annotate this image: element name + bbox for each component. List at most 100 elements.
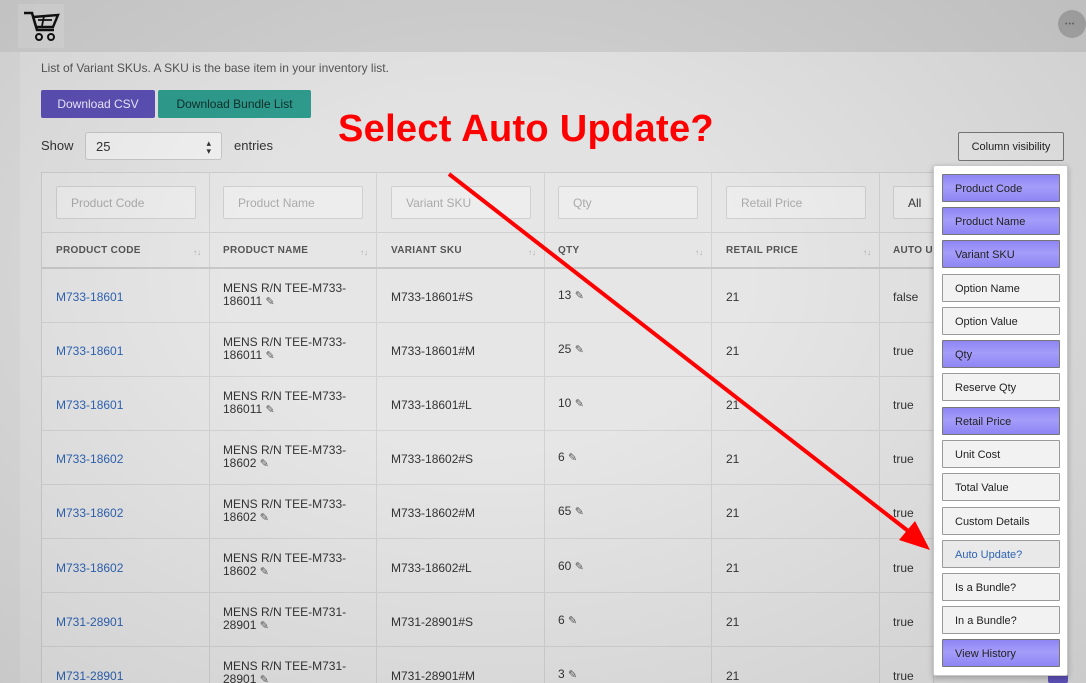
- auto-update-cell: false: [893, 290, 919, 304]
- product-code-link[interactable]: M733-18601: [56, 290, 123, 304]
- colvis-item-auto-update[interactable]: Auto Update?: [942, 540, 1060, 568]
- qty-cell: 6 ✎: [558, 450, 577, 464]
- filter-product-code[interactable]: Product Code: [56, 186, 196, 219]
- product-code-link[interactable]: M731-28901: [56, 669, 123, 683]
- edit-icon[interactable]: ✎: [260, 566, 269, 578]
- table-row: M731-28901 MENS R/N TEE-M731- 28901 ✎ M73…: [42, 647, 933, 683]
- product-name-cell: MENS R/N TEE-M733- 186011 ✎: [223, 390, 363, 417]
- edit-icon[interactable]: ✎: [266, 404, 275, 416]
- retail-price-cell: 21: [726, 669, 740, 683]
- edit-icon[interactable]: ✎: [568, 669, 577, 681]
- colvis-item-option-name[interactable]: Option Name: [942, 274, 1060, 302]
- product-code-link[interactable]: M733-18601: [56, 344, 123, 358]
- entries-select[interactable]: 25 ▴ ▾: [85, 132, 222, 160]
- colvis-item-view-history[interactable]: View History: [942, 639, 1060, 667]
- product-name-line1: MENS R/N TEE-M733-: [223, 335, 347, 349]
- filter-variant-sku[interactable]: Variant SKU: [391, 186, 531, 219]
- edit-icon[interactable]: ✎: [260, 458, 269, 470]
- colvis-item-variant-sku[interactable]: Variant SKU: [942, 240, 1060, 268]
- filter-qty[interactable]: Qty: [558, 186, 698, 219]
- sort-icon[interactable]: ↑↓: [695, 248, 703, 257]
- sort-icon[interactable]: ↑↓: [863, 248, 871, 257]
- cart-logo-icon[interactable]: [18, 4, 64, 48]
- auto-update-cell: true: [893, 452, 914, 466]
- qty-cell: 13 ✎: [558, 288, 584, 302]
- colvis-item-product-name[interactable]: Product Name: [942, 207, 1060, 235]
- filter-retail-price[interactable]: Retail Price: [726, 186, 866, 219]
- product-code-link[interactable]: M733-18602: [56, 452, 123, 466]
- product-name-cell: MENS R/N TEE-M733- 186011 ✎: [223, 282, 363, 309]
- download-bundle-list-button[interactable]: Download Bundle List: [158, 90, 311, 118]
- product-code-link[interactable]: M733-18602: [56, 561, 123, 575]
- table-row: M733-18601 MENS R/N TEE-M733- 186011 ✎ M7…: [42, 323, 933, 377]
- product-name-cell: MENS R/N TEE-M731- 28901 ✎: [223, 606, 363, 633]
- edit-icon[interactable]: ✎: [266, 350, 275, 362]
- header-variant-sku[interactable]: VARIANT SKU: [391, 245, 462, 256]
- qty-value: 25: [558, 342, 572, 356]
- qty-cell: 6 ✎: [558, 613, 577, 627]
- header-qty[interactable]: QTY: [558, 245, 579, 256]
- product-name-line2: 186011: [223, 402, 263, 416]
- qty-cell: 25 ✎: [558, 342, 584, 356]
- sort-icon[interactable]: ↑↓: [193, 248, 201, 257]
- show-label: Show: [41, 138, 74, 153]
- product-name-line2: 28901: [223, 672, 257, 683]
- top-bar: •••: [0, 0, 1086, 52]
- colvis-item-product-code[interactable]: Product Code: [942, 174, 1060, 202]
- qty-cell: 10 ✎: [558, 396, 584, 410]
- product-name-line2: 28901: [223, 618, 257, 632]
- colvis-item-is-a-bundle[interactable]: Is a Bundle?: [942, 573, 1060, 601]
- table-row: M733-18602 MENS R/N TEE-M733- 18602 ✎ M73…: [42, 431, 933, 485]
- filter-auto-update[interactable]: All: [893, 186, 933, 219]
- edit-icon[interactable]: ✎: [266, 296, 275, 308]
- header-product-name[interactable]: PRODUCT NAME: [223, 245, 308, 256]
- edit-icon[interactable]: ✎: [575, 398, 584, 410]
- colvis-item-option-value[interactable]: Option Value: [942, 307, 1060, 335]
- colvis-item-total-value[interactable]: Total Value: [942, 473, 1060, 501]
- colvis-item-custom-details[interactable]: Custom Details: [942, 507, 1060, 535]
- edit-icon[interactable]: ✎: [575, 344, 584, 356]
- variant-sku-cell: M733-18601#L: [391, 398, 472, 412]
- auto-update-cell: true: [893, 506, 914, 520]
- product-name-line1: MENS R/N TEE-M731-: [223, 659, 347, 673]
- retail-price-cell: 21: [726, 290, 740, 304]
- product-name-line1: MENS R/N TEE-M733-: [223, 443, 347, 457]
- product-code-link[interactable]: M733-18601: [56, 398, 123, 412]
- colvis-item-qty[interactable]: Qty: [942, 340, 1060, 368]
- variant-sku-cell: M733-18602#S: [391, 452, 474, 466]
- user-avatar[interactable]: •••: [1058, 10, 1086, 38]
- filter-product-name[interactable]: Product Name: [223, 186, 363, 219]
- product-code-link[interactable]: M733-18602: [56, 506, 123, 520]
- header-auto-update[interactable]: AUTO U: [893, 245, 933, 256]
- qty-value: 65: [558, 504, 572, 518]
- edit-icon[interactable]: ✎: [568, 615, 577, 627]
- colvis-item-in-a-bundle[interactable]: In a Bundle?: [942, 606, 1060, 634]
- qty-cell: 65 ✎: [558, 504, 584, 518]
- edit-icon[interactable]: ✎: [568, 452, 577, 464]
- product-name-line1: MENS R/N TEE-M733-: [223, 497, 347, 511]
- sort-icon[interactable]: ↑↓: [528, 248, 536, 257]
- edit-icon[interactable]: ✎: [575, 561, 584, 573]
- qty-value: 10: [558, 396, 572, 410]
- entries-label: entries: [234, 138, 274, 153]
- edit-icon[interactable]: ✎: [575, 506, 584, 518]
- colvis-item-retail-price[interactable]: Retail Price: [942, 407, 1060, 435]
- colvis-item-unit-cost[interactable]: Unit Cost: [942, 440, 1060, 468]
- edit-icon[interactable]: ✎: [260, 512, 269, 524]
- download-csv-button[interactable]: Download CSV: [41, 90, 155, 118]
- table-row: M733-18602 MENS R/N TEE-M733- 18602 ✎ M73…: [42, 539, 933, 593]
- edit-icon[interactable]: ✎: [260, 620, 269, 632]
- column-visibility-button[interactable]: Column visibility: [958, 132, 1064, 161]
- edit-icon[interactable]: ✎: [260, 674, 269, 683]
- product-name-line1: MENS R/N TEE-M733-: [223, 389, 347, 403]
- product-name-line2: 186011: [223, 294, 263, 308]
- header-retail-price[interactable]: RETAIL PRICE: [726, 245, 798, 256]
- sort-icon[interactable]: ↑↓: [360, 248, 368, 257]
- header-product-code[interactable]: PRODUCT CODE: [56, 245, 141, 256]
- table-row: M733-18601 MENS R/N TEE-M733- 186011 ✎ M7…: [42, 269, 933, 323]
- edit-icon[interactable]: ✎: [575, 290, 584, 302]
- table-header-row: PRODUCT CODE ↑↓ PRODUCT NAME ↑↓ VARIANT …: [42, 232, 933, 269]
- colvis-item-reserve-qty[interactable]: Reserve Qty: [942, 373, 1060, 401]
- product-code-link[interactable]: M731-28901: [56, 615, 123, 629]
- page-description: List of Variant SKUs. A SKU is the base …: [41, 61, 389, 75]
